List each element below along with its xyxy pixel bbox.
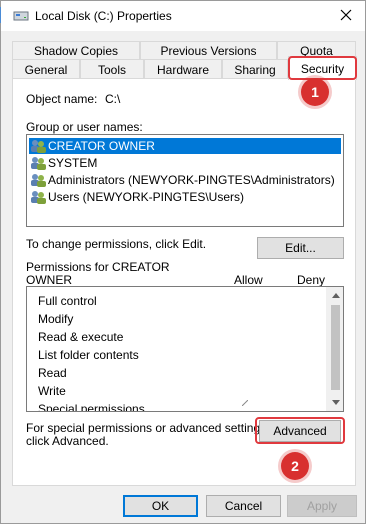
advanced-button-highlight [255, 417, 345, 444]
permissions-for-label-line1: Permissions for CREATOR [26, 260, 170, 274]
close-icon [340, 9, 352, 24]
permission-row: Modify [38, 312, 74, 326]
tab-label: Previous Versions [160, 44, 257, 58]
user-name: CREATOR OWNER [48, 139, 155, 153]
permission-row: Read [38, 366, 67, 380]
resize-grip-icon [241, 395, 249, 409]
user-group-icon [29, 190, 47, 204]
permission-row: List folder contents [38, 348, 139, 362]
properties-dialog: Local Disk (C:) Properties Shadow Copies… [0, 0, 366, 524]
user-group-icon [29, 139, 47, 153]
permissions-for-label-line2: OWNER [26, 273, 72, 287]
scroll-down-arrow-icon[interactable] [327, 394, 343, 411]
allow-column-header: Allow [234, 273, 263, 287]
apply-button[interactable]: Apply [287, 495, 357, 517]
deny-column-header: Deny [297, 273, 326, 287]
group-users-label: Group or user names: [26, 120, 143, 134]
group-user-list[interactable]: CREATOR OWNER SYSTEM Administrators (NEW… [26, 134, 344, 227]
tab-label: General [24, 62, 68, 77]
tab-label: Tools [97, 62, 126, 77]
permissions-scrollbar[interactable] [326, 287, 343, 411]
button-label: OK [151, 499, 170, 513]
cancel-button[interactable]: Cancel [206, 495, 281, 517]
list-item[interactable]: Users (NEWYORK-PINGTES\Users) [29, 189, 341, 205]
security-tab-highlight [288, 56, 357, 80]
permission-row: Special permissions [38, 402, 145, 412]
permissions-list[interactable]: Full control Modify Read & execute List … [26, 286, 344, 412]
title-bar[interactable]: Local Disk (C:) Properties [1, 1, 365, 31]
step-number: 1 [311, 84, 319, 100]
permission-row: Full control [38, 294, 97, 308]
special-permissions-text-line2: click Advanced. [26, 434, 109, 448]
permission-row: Write [38, 384, 66, 398]
button-label: Edit... [285, 241, 316, 255]
window-title: Local Disk (C:) Properties [35, 9, 172, 23]
tab-label: Shadow Copies [33, 44, 119, 58]
tab-general[interactable]: General [12, 59, 80, 79]
object-name-value: C:\ [105, 92, 121, 106]
user-name: Administrators (NEWYORK-PINGTES\Administ… [48, 173, 335, 187]
scroll-up-arrow-icon[interactable] [327, 287, 343, 304]
tab-sharing[interactable]: Sharing [222, 59, 288, 79]
user-name: Users (NEWYORK-PINGTES\Users) [48, 190, 245, 204]
user-group-icon [29, 156, 47, 170]
user-name: SYSTEM [48, 156, 98, 170]
step-badge-1: 1 [301, 78, 329, 106]
edit-button[interactable]: Edit... [257, 237, 344, 259]
special-permissions-text-line1: For special permissions or advanced sett… [26, 421, 270, 435]
ok-button[interactable]: OK [123, 495, 198, 517]
step-badge-2: 2 [281, 452, 309, 480]
scroll-thumb[interactable] [331, 305, 340, 390]
drive-icon [13, 9, 29, 23]
object-name-label: Object name: [26, 92, 98, 106]
close-button[interactable] [333, 4, 359, 28]
button-label: Apply [306, 499, 338, 513]
button-label: Cancel [224, 499, 263, 513]
tab-tools[interactable]: Tools [80, 59, 144, 79]
list-item[interactable]: CREATOR OWNER [29, 138, 341, 154]
tab-label: Sharing [234, 62, 276, 77]
permission-row: Read & execute [38, 330, 124, 344]
user-group-icon [29, 173, 47, 187]
tab-previous-versions[interactable]: Previous Versions [140, 41, 277, 60]
tab-label: Hardware [156, 62, 210, 77]
change-permissions-text: To change permissions, click Edit. [26, 237, 207, 251]
list-item[interactable]: Administrators (NEWYORK-PINGTES\Administ… [29, 172, 341, 188]
tab-shadow-copies[interactable]: Shadow Copies [12, 41, 140, 60]
step-number: 2 [291, 458, 299, 474]
tab-hardware[interactable]: Hardware [144, 59, 222, 79]
list-item[interactable]: SYSTEM [29, 155, 341, 171]
